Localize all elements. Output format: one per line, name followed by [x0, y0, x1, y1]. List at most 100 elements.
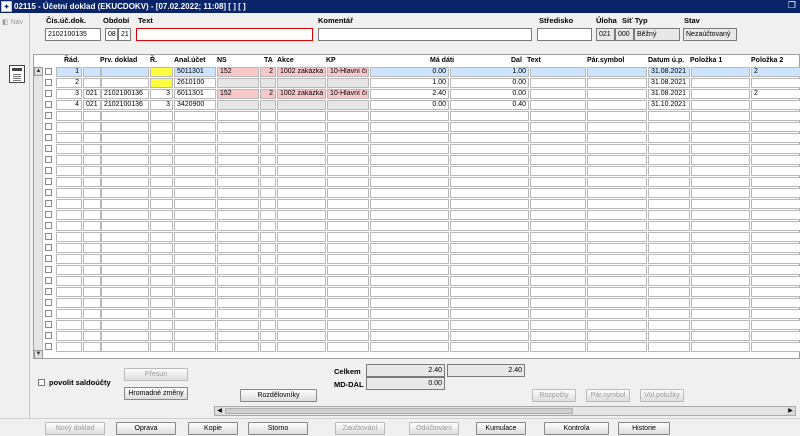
grid-cell-ma-dati[interactable]	[370, 177, 449, 187]
row-checkbox[interactable]	[45, 134, 52, 141]
grid-cell-datum[interactable]	[648, 298, 690, 308]
grid-cell-prv-b[interactable]	[101, 243, 149, 253]
grid-cell-kp[interactable]	[327, 298, 369, 308]
grid-cell-ucet[interactable]	[174, 243, 216, 253]
grid-cell-ta[interactable]: 2	[260, 89, 276, 99]
grid-cell-dal[interactable]	[450, 331, 529, 341]
grid-cell-dal[interactable]	[450, 243, 529, 253]
cis-dok-field[interactable]: 2102100135	[45, 28, 101, 41]
grid-cell-prv-a[interactable]	[83, 254, 101, 264]
grid-cell-ns[interactable]	[217, 210, 259, 220]
oductovani-button[interactable]: Odúčtování	[409, 422, 459, 435]
grid-cell-pol2[interactable]	[751, 298, 800, 308]
row-checkbox[interactable]	[45, 321, 52, 328]
grid-cell-text[interactable]	[530, 210, 586, 220]
grid-cell-kp[interactable]	[327, 133, 369, 143]
grid-cell-dal[interactable]	[450, 287, 529, 297]
grid-cell-pol1[interactable]	[691, 342, 750, 352]
grid-cell-prv-b[interactable]	[101, 342, 149, 352]
grid-cell-akce[interactable]	[277, 287, 326, 297]
grid-cell-ns[interactable]: 152	[217, 67, 259, 77]
grid-cell-ta[interactable]	[260, 287, 276, 297]
grid-cell-par[interactable]	[587, 122, 647, 132]
grid-cell-ta[interactable]	[260, 166, 276, 176]
grid-cell-r[interactable]	[150, 78, 173, 88]
grid-cell-r[interactable]: 3	[150, 100, 173, 110]
grid-cell-par[interactable]	[587, 320, 647, 330]
grid-cell-pol1[interactable]	[691, 331, 750, 341]
grid-cell-prv-a[interactable]	[83, 199, 101, 209]
grid-cell-akce[interactable]	[277, 155, 326, 165]
col-ns[interactable]: NS	[217, 57, 227, 64]
grid-cell-rad[interactable]	[56, 254, 82, 264]
grid-cell-rad[interactable]	[56, 111, 82, 121]
grid-cell-text[interactable]	[530, 78, 586, 88]
scroll-right-icon[interactable]: ▶	[786, 407, 795, 415]
grid-cell-kp[interactable]	[327, 177, 369, 187]
grid-cell-ma-dati[interactable]	[370, 342, 449, 352]
table-row[interactable]	[34, 177, 800, 188]
grid-cell-kp[interactable]	[327, 265, 369, 275]
col-prv-doklad[interactable]: Prv. doklad	[100, 57, 137, 64]
table-row[interactable]	[34, 144, 800, 155]
grid-cell-ucet[interactable]	[174, 287, 216, 297]
grid-cell-prv-a[interactable]	[83, 188, 101, 198]
grid-cell-prv-a[interactable]	[83, 221, 101, 231]
row-checkbox[interactable]	[45, 68, 52, 75]
table-row[interactable]	[34, 342, 800, 353]
grid-cell-rad[interactable]	[56, 320, 82, 330]
grid-cell-datum[interactable]	[648, 265, 690, 275]
grid-cell-pol2[interactable]	[751, 78, 800, 88]
grid-cell-rad[interactable]	[56, 243, 82, 253]
grid-cell-rad[interactable]	[56, 122, 82, 132]
grid-cell-dal[interactable]	[450, 210, 529, 220]
grid-cell-rad[interactable]	[56, 298, 82, 308]
grid-cell-par[interactable]	[587, 67, 647, 77]
grid-cell-par[interactable]	[587, 309, 647, 319]
grid-cell-dal[interactable]	[450, 309, 529, 319]
grid-cell-r[interactable]	[150, 243, 173, 253]
table-row[interactable]	[34, 320, 800, 331]
grid-cell-prv-b[interactable]	[101, 144, 149, 154]
grid-cell-akce[interactable]	[277, 144, 326, 154]
grid-cell-dal[interactable]	[450, 320, 529, 330]
grid-cell-rad[interactable]	[56, 155, 82, 165]
grid-cell-r[interactable]	[150, 232, 173, 242]
grid-cell-ma-dati[interactable]	[370, 331, 449, 341]
grid-cell-prv-a[interactable]	[83, 78, 101, 88]
grid-cell-ma-dati[interactable]	[370, 232, 449, 242]
table-row[interactable]: 2 2610100 1.00 0.00 31.08.2021	[34, 78, 800, 89]
grid-cell-akce[interactable]	[277, 320, 326, 330]
table-row[interactable]	[34, 287, 800, 298]
grid-cell-datum[interactable]	[648, 342, 690, 352]
grid-cell-r[interactable]	[150, 166, 173, 176]
grid-cell-akce[interactable]	[277, 309, 326, 319]
grid-cell-dal[interactable]	[450, 342, 529, 352]
grid-cell-r[interactable]	[150, 188, 173, 198]
kontrola-button[interactable]: Kontrola	[544, 422, 609, 435]
table-row[interactable]	[34, 155, 800, 166]
grid-cell-dal[interactable]	[450, 133, 529, 143]
grid-cell-ta[interactable]	[260, 210, 276, 220]
grid-cell-ucet[interactable]	[174, 232, 216, 242]
grid-cell-ucet[interactable]	[174, 144, 216, 154]
grid-cell-dal[interactable]	[450, 111, 529, 121]
komentar-field[interactable]	[318, 28, 532, 41]
table-row[interactable]	[34, 254, 800, 265]
grid-cell-rad[interactable]: 4	[56, 100, 82, 110]
row-checkbox[interactable]	[45, 145, 52, 152]
grid-cell-prv-a[interactable]: 021	[83, 100, 101, 110]
grid-cell-rad[interactable]	[56, 199, 82, 209]
grid-cell-datum[interactable]: 31.10.2021	[648, 100, 690, 110]
grid-cell-ucet[interactable]	[174, 320, 216, 330]
grid-cell-r[interactable]	[150, 67, 173, 77]
grid-cell-kp[interactable]	[327, 155, 369, 165]
grid-cell-prv-b[interactable]	[101, 265, 149, 275]
col-ma-dati[interactable]: Má dáti	[430, 57, 454, 64]
grid-cell-ma-dati[interactable]	[370, 155, 449, 165]
grid-cell-datum[interactable]	[648, 276, 690, 286]
calendar-icon[interactable]	[9, 65, 25, 83]
grid-cell-kp[interactable]	[327, 320, 369, 330]
grid-cell-pol2[interactable]	[751, 331, 800, 341]
grid-cell-dal[interactable]: 0.40	[450, 100, 529, 110]
